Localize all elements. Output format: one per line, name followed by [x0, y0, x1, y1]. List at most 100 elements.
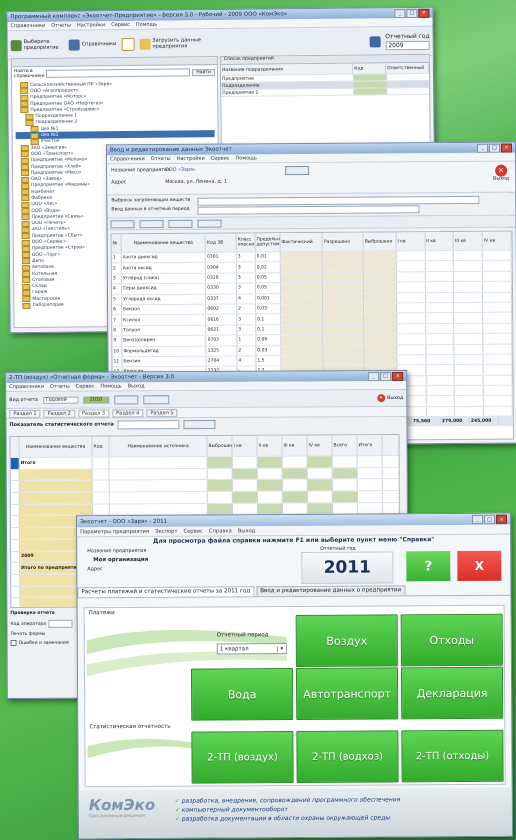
edit-button[interactable] — [285, 166, 310, 176]
users-icon[interactable] — [369, 35, 381, 47]
menu-item[interactable]: Помощь — [100, 383, 121, 389]
print-button[interactable] — [142, 394, 170, 404]
column-header: IV кв — [307, 435, 333, 456]
declaration-button[interactable]: Декларация — [400, 666, 504, 720]
slogan-item: ✓ разработка документации в области охра… — [174, 814, 390, 823]
menu-item[interactable]: Настройки — [177, 156, 205, 162]
tab[interactable]: Раздел 5 — [146, 408, 178, 417]
folder-icon — [20, 151, 29, 158]
folder-icon — [21, 208, 30, 215]
maximize-icon[interactable]: □ — [488, 143, 501, 153]
menu-item[interactable]: Отчеты — [51, 23, 71, 29]
delete-button[interactable] — [139, 219, 164, 228]
close-icon[interactable]: × — [418, 8, 430, 18]
subtab-label: Выбросы загрязняющих веществ — [111, 197, 191, 204]
menu-item[interactable]: Справка — [209, 528, 232, 534]
menu-item[interactable]: Отчеты — [50, 384, 70, 390]
close-button[interactable]: X — [457, 550, 502, 582]
bullet-icon: ✓ — [174, 806, 182, 814]
close-icon[interactable]: × — [500, 143, 513, 153]
table-row[interactable]: Предприятие 1 — [221, 87, 430, 97]
maximize-icon[interactable]: □ — [484, 514, 496, 524]
folder-icon — [21, 220, 30, 227]
operator-select[interactable] — [48, 619, 73, 628]
copy-button[interactable] — [168, 219, 193, 228]
column-header: Всего — [332, 435, 358, 456]
menu-item[interactable]: Справочники — [10, 23, 45, 29]
folder-icon — [25, 119, 34, 126]
menu-item[interactable]: Справочники — [9, 384, 44, 390]
tab[interactable]: Раздел 2 — [43, 409, 75, 418]
menu-item[interactable]: Сервис — [183, 528, 202, 534]
menu-item[interactable]: Экспорт — [155, 528, 178, 534]
maximize-icon[interactable]: □ — [380, 371, 392, 381]
book-icon — [68, 38, 80, 51]
company-value: Моя организация — [93, 556, 149, 564]
period-select[interactable]: 1 квартал ▾ — [216, 643, 287, 655]
add-button[interactable] — [110, 219, 135, 228]
tp-water-report-button[interactable]: 2-ТП (водхоз) — [296, 730, 399, 783]
section-select[interactable] — [117, 419, 180, 429]
folder-icon — [20, 145, 29, 152]
tab[interactable]: Раздел 3 — [77, 409, 110, 418]
menu-item[interactable]: Сервис — [76, 384, 95, 390]
tab[interactable]: Раздел 4 — [112, 408, 144, 417]
water-payment-button[interactable]: Вода — [190, 668, 294, 721]
menu-item[interactable]: Сервис — [211, 156, 230, 162]
folder-icon — [21, 176, 30, 183]
catalogs-button[interactable]: Справочники — [68, 38, 117, 51]
waste-payment-button[interactable]: Отходы — [400, 613, 503, 667]
menu-item[interactable]: Помощь — [235, 155, 256, 161]
tp-waste-report-button[interactable]: 2-ТП (отходы) — [401, 729, 504, 783]
close-icon[interactable]: × — [392, 371, 404, 381]
menu-item[interactable]: Помощь — [136, 22, 157, 28]
period-value[interactable]: 2009 — [385, 40, 430, 50]
folder-icon — [21, 195, 30, 202]
tab-enterprise-data[interactable]: Ввод и редактирование данных о предприят… — [256, 585, 406, 597]
komeko-logo: КомЭко Программные решения — [88, 795, 156, 820]
menu-item[interactable]: Отчеты — [151, 156, 171, 162]
minimize-icon[interactable]: _ — [368, 371, 380, 381]
help-button[interactable]: ? — [406, 551, 451, 582]
air-payment-button[interactable]: Воздух — [295, 614, 398, 667]
menu-item[interactable]: Сервис — [111, 22, 130, 28]
period-select[interactable] — [197, 205, 420, 215]
minimize-icon[interactable]: _ — [476, 143, 489, 153]
report-button[interactable] — [121, 37, 135, 51]
exit-button[interactable]: ✕ Выход — [377, 394, 403, 403]
search-input[interactable] — [45, 68, 191, 78]
menu-item[interactable]: Настройки — [77, 22, 105, 28]
menu-item[interactable]: Справочники — [110, 156, 145, 162]
period-box: Отчетный год 2009 — [385, 32, 430, 50]
minimize-icon[interactable]: _ — [472, 514, 484, 524]
period-select[interactable]: 2010 — [82, 396, 110, 404]
kind-select[interactable]: Годовой — [42, 396, 78, 404]
bullet-icon: ✓ — [174, 815, 182, 823]
enterprise-button[interactable]: Выберите предприятие — [10, 39, 64, 52]
load-report-button[interactable]: Загрузить данные предприятия — [139, 37, 214, 50]
minimize-icon[interactable]: _ — [394, 8, 406, 18]
errors-checkbox[interactable] — [10, 639, 17, 647]
tp-air-report-button[interactable]: 2-ТП (воздух) — [191, 731, 294, 784]
column-header: Код — [353, 63, 387, 74]
print-button[interactable] — [197, 219, 222, 228]
close-icon[interactable]: × — [496, 514, 508, 524]
tab[interactable]: Раздел 1 — [9, 409, 41, 418]
column-header: II кв — [257, 435, 283, 456]
column-header: Класс опасности — [236, 233, 256, 252]
maximize-icon[interactable]: □ — [406, 8, 418, 18]
transport-payment-button[interactable]: Автотранспорт — [295, 667, 399, 720]
menu-item[interactable]: Выход — [128, 383, 145, 389]
folder-icon — [21, 226, 30, 234]
menu-item[interactable]: Выход — [238, 528, 256, 534]
tab-payments[interactable]: Расчеты платежей и статистические отчеты… — [77, 586, 255, 598]
search-button[interactable]: Найти — [192, 68, 216, 76]
year-box[interactable]: 2011 — [301, 551, 394, 584]
edit-button[interactable] — [113, 394, 139, 404]
exit-button[interactable]: ✕ Выход — [493, 164, 509, 182]
substance-select[interactable] — [197, 195, 480, 206]
print-button[interactable] — [183, 419, 216, 429]
footer: КомЭко Программные решения ✓ разработка,… — [78, 787, 512, 839]
menu-item[interactable]: Параметры предприятия — [80, 528, 149, 534]
column-header: Наименование вещества — [19, 436, 93, 457]
